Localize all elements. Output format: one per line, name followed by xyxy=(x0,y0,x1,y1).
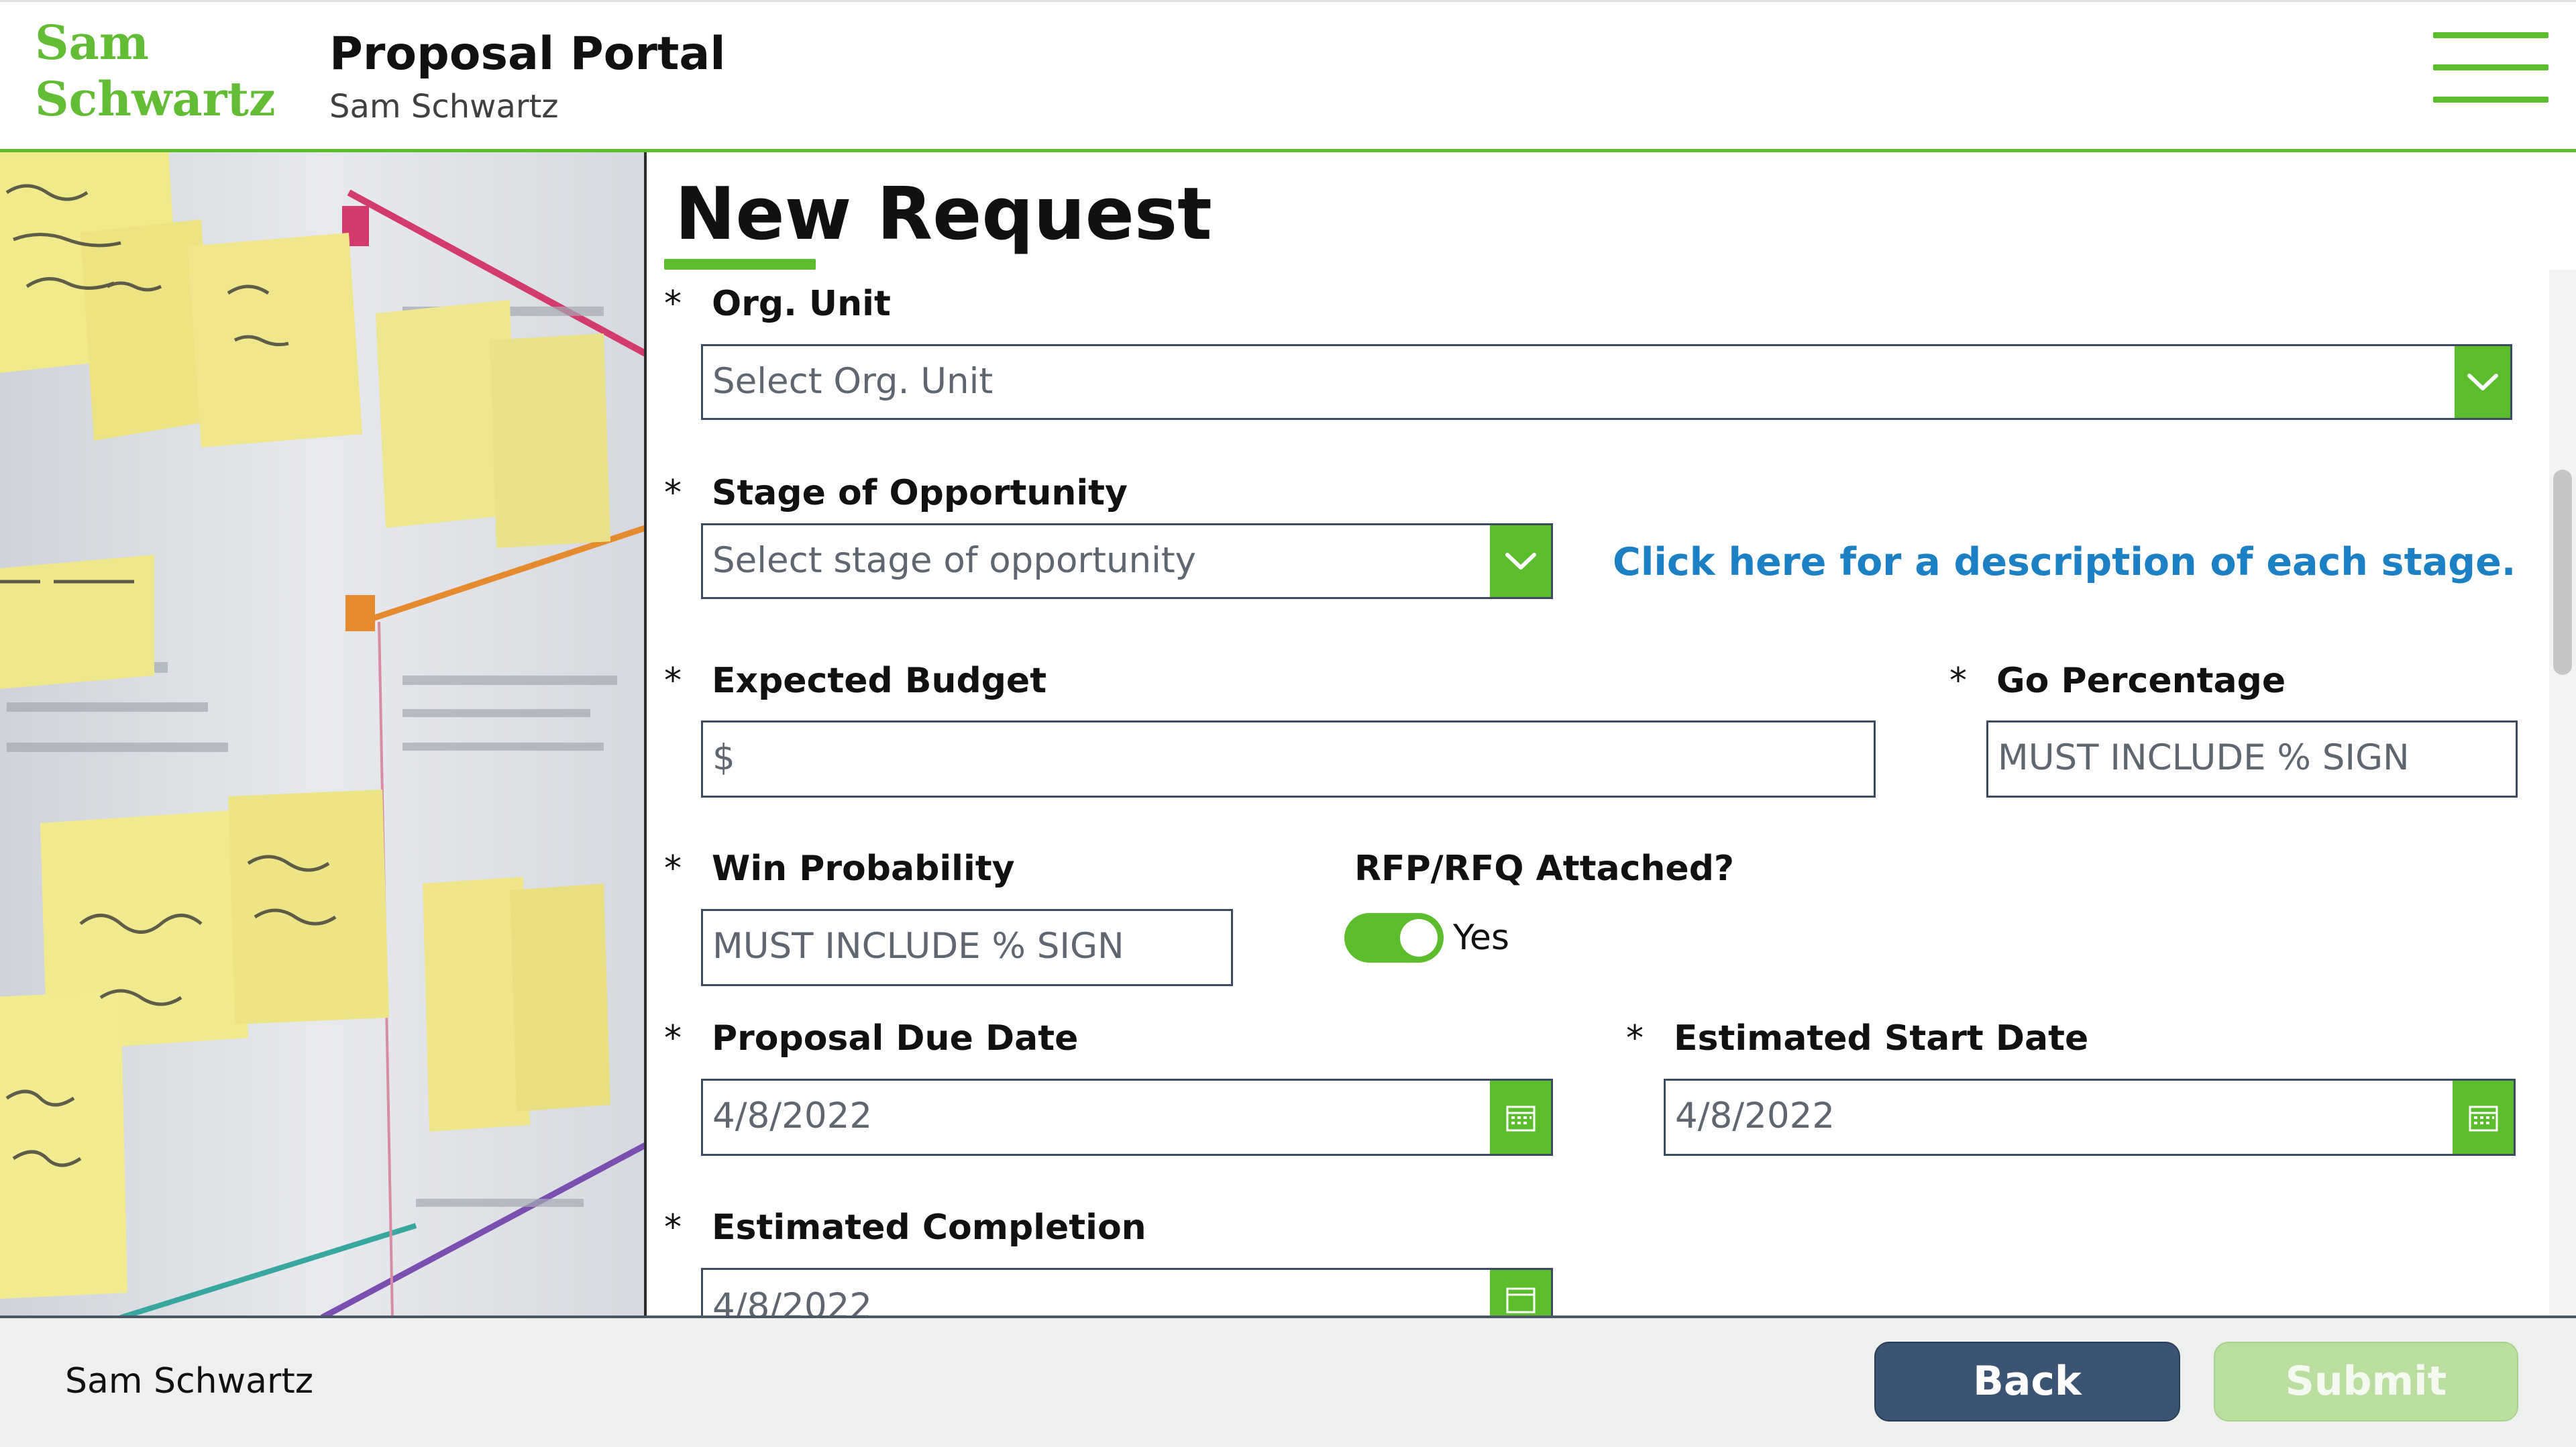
estimated-completion-value: 4/8/2022 xyxy=(712,1286,873,1318)
pane-divider xyxy=(644,152,647,1318)
expected-budget-input[interactable]: $ xyxy=(701,720,1876,798)
win-probability-input[interactable]: MUST INCLUDE % SIGN xyxy=(701,909,1233,986)
rfp-attached-label: RFP/RFQ Attached? xyxy=(1354,849,1735,889)
menu-bar xyxy=(2433,64,2548,70)
footer-divider xyxy=(0,1316,2576,1318)
estimated-start-date-value: 4/8/2022 xyxy=(1675,1095,1835,1136)
proposal-due-date-value: 4/8/2022 xyxy=(712,1095,873,1136)
menu-bar xyxy=(2433,32,2548,38)
footer-company-name: Sam Schwartz xyxy=(65,1361,314,1401)
stage-dropdown[interactable]: Select stage of opportunity xyxy=(701,523,1553,599)
org-unit-placeholder: Select Org. Unit xyxy=(712,361,994,402)
go-percentage-placeholder: MUST INCLUDE % SIGN xyxy=(1998,737,2410,778)
chevron-down-icon[interactable] xyxy=(2455,346,2510,418)
sticky-notes-illustration xyxy=(0,152,645,1318)
chevron-down-icon[interactable] xyxy=(1490,525,1551,597)
proposal-due-date-input[interactable]: 4/8/2022 xyxy=(701,1079,1553,1156)
expected-budget-value: $ xyxy=(712,737,735,778)
app-subtitle: Sam Schwartz xyxy=(329,88,559,125)
win-probability-placeholder: MUST INCLUDE % SIGN xyxy=(712,926,1124,967)
go-percentage-input[interactable]: MUST INCLUDE % SIGN xyxy=(1986,720,2518,798)
required-marker: * xyxy=(1949,661,1967,701)
back-button[interactable]: Back xyxy=(1874,1342,2180,1422)
rfp-toggle-label: Yes xyxy=(1453,918,1509,958)
required-marker: * xyxy=(664,284,682,324)
required-marker: * xyxy=(664,849,682,889)
scrollbar-thumb[interactable] xyxy=(2553,470,2572,675)
title-underline xyxy=(664,259,816,270)
company-logo: Sam Schwartz xyxy=(35,15,276,127)
required-marker: * xyxy=(664,473,682,513)
stage-label: Stage of Opportunity xyxy=(712,473,1128,513)
required-marker: * xyxy=(664,1018,682,1059)
estimated-start-date-label: Estimated Start Date xyxy=(1674,1018,2089,1059)
scrollbar-track[interactable] xyxy=(2549,270,2576,1318)
rfp-attached-toggle[interactable] xyxy=(1344,913,1444,963)
calendar-icon[interactable] xyxy=(1490,1081,1551,1154)
sticky-notes-image xyxy=(0,152,645,1318)
expected-budget-label: Expected Budget xyxy=(712,661,1047,701)
org-unit-label: Org. Unit xyxy=(712,284,891,324)
toggle-knob xyxy=(1400,919,1438,957)
required-marker: * xyxy=(664,661,682,701)
app-footer xyxy=(0,1318,2576,1447)
logo-line-1: Sam xyxy=(35,15,149,70)
page-title: New Request xyxy=(675,172,1212,256)
stage-description-link[interactable]: Click here for a description of each sta… xyxy=(1613,537,2516,588)
required-marker: * xyxy=(664,1208,682,1248)
required-marker: * xyxy=(1626,1018,1644,1059)
estimated-completion-label: Estimated Completion xyxy=(712,1208,1146,1248)
calendar-icon[interactable] xyxy=(2453,1081,2514,1154)
go-percentage-label: Go Percentage xyxy=(1996,661,2286,701)
stage-placeholder: Select stage of opportunity xyxy=(712,540,1197,581)
submit-button[interactable]: Submit xyxy=(2214,1342,2518,1422)
win-probability-label: Win Probability xyxy=(712,849,1015,889)
org-unit-dropdown[interactable]: Select Org. Unit xyxy=(701,344,2512,420)
hamburger-icon[interactable] xyxy=(2433,32,2548,105)
logo-line-2: Schwartz xyxy=(35,71,276,127)
calendar-icon[interactable] xyxy=(1490,1270,1551,1318)
proposal-due-date-label: Proposal Due Date xyxy=(712,1018,1079,1059)
estimated-start-date-input[interactable]: 4/8/2022 xyxy=(1664,1079,2516,1156)
menu-bar xyxy=(2433,97,2548,103)
app-title: Proposal Portal xyxy=(329,28,726,81)
estimated-completion-input[interactable]: 4/8/2022 xyxy=(701,1268,1553,1318)
